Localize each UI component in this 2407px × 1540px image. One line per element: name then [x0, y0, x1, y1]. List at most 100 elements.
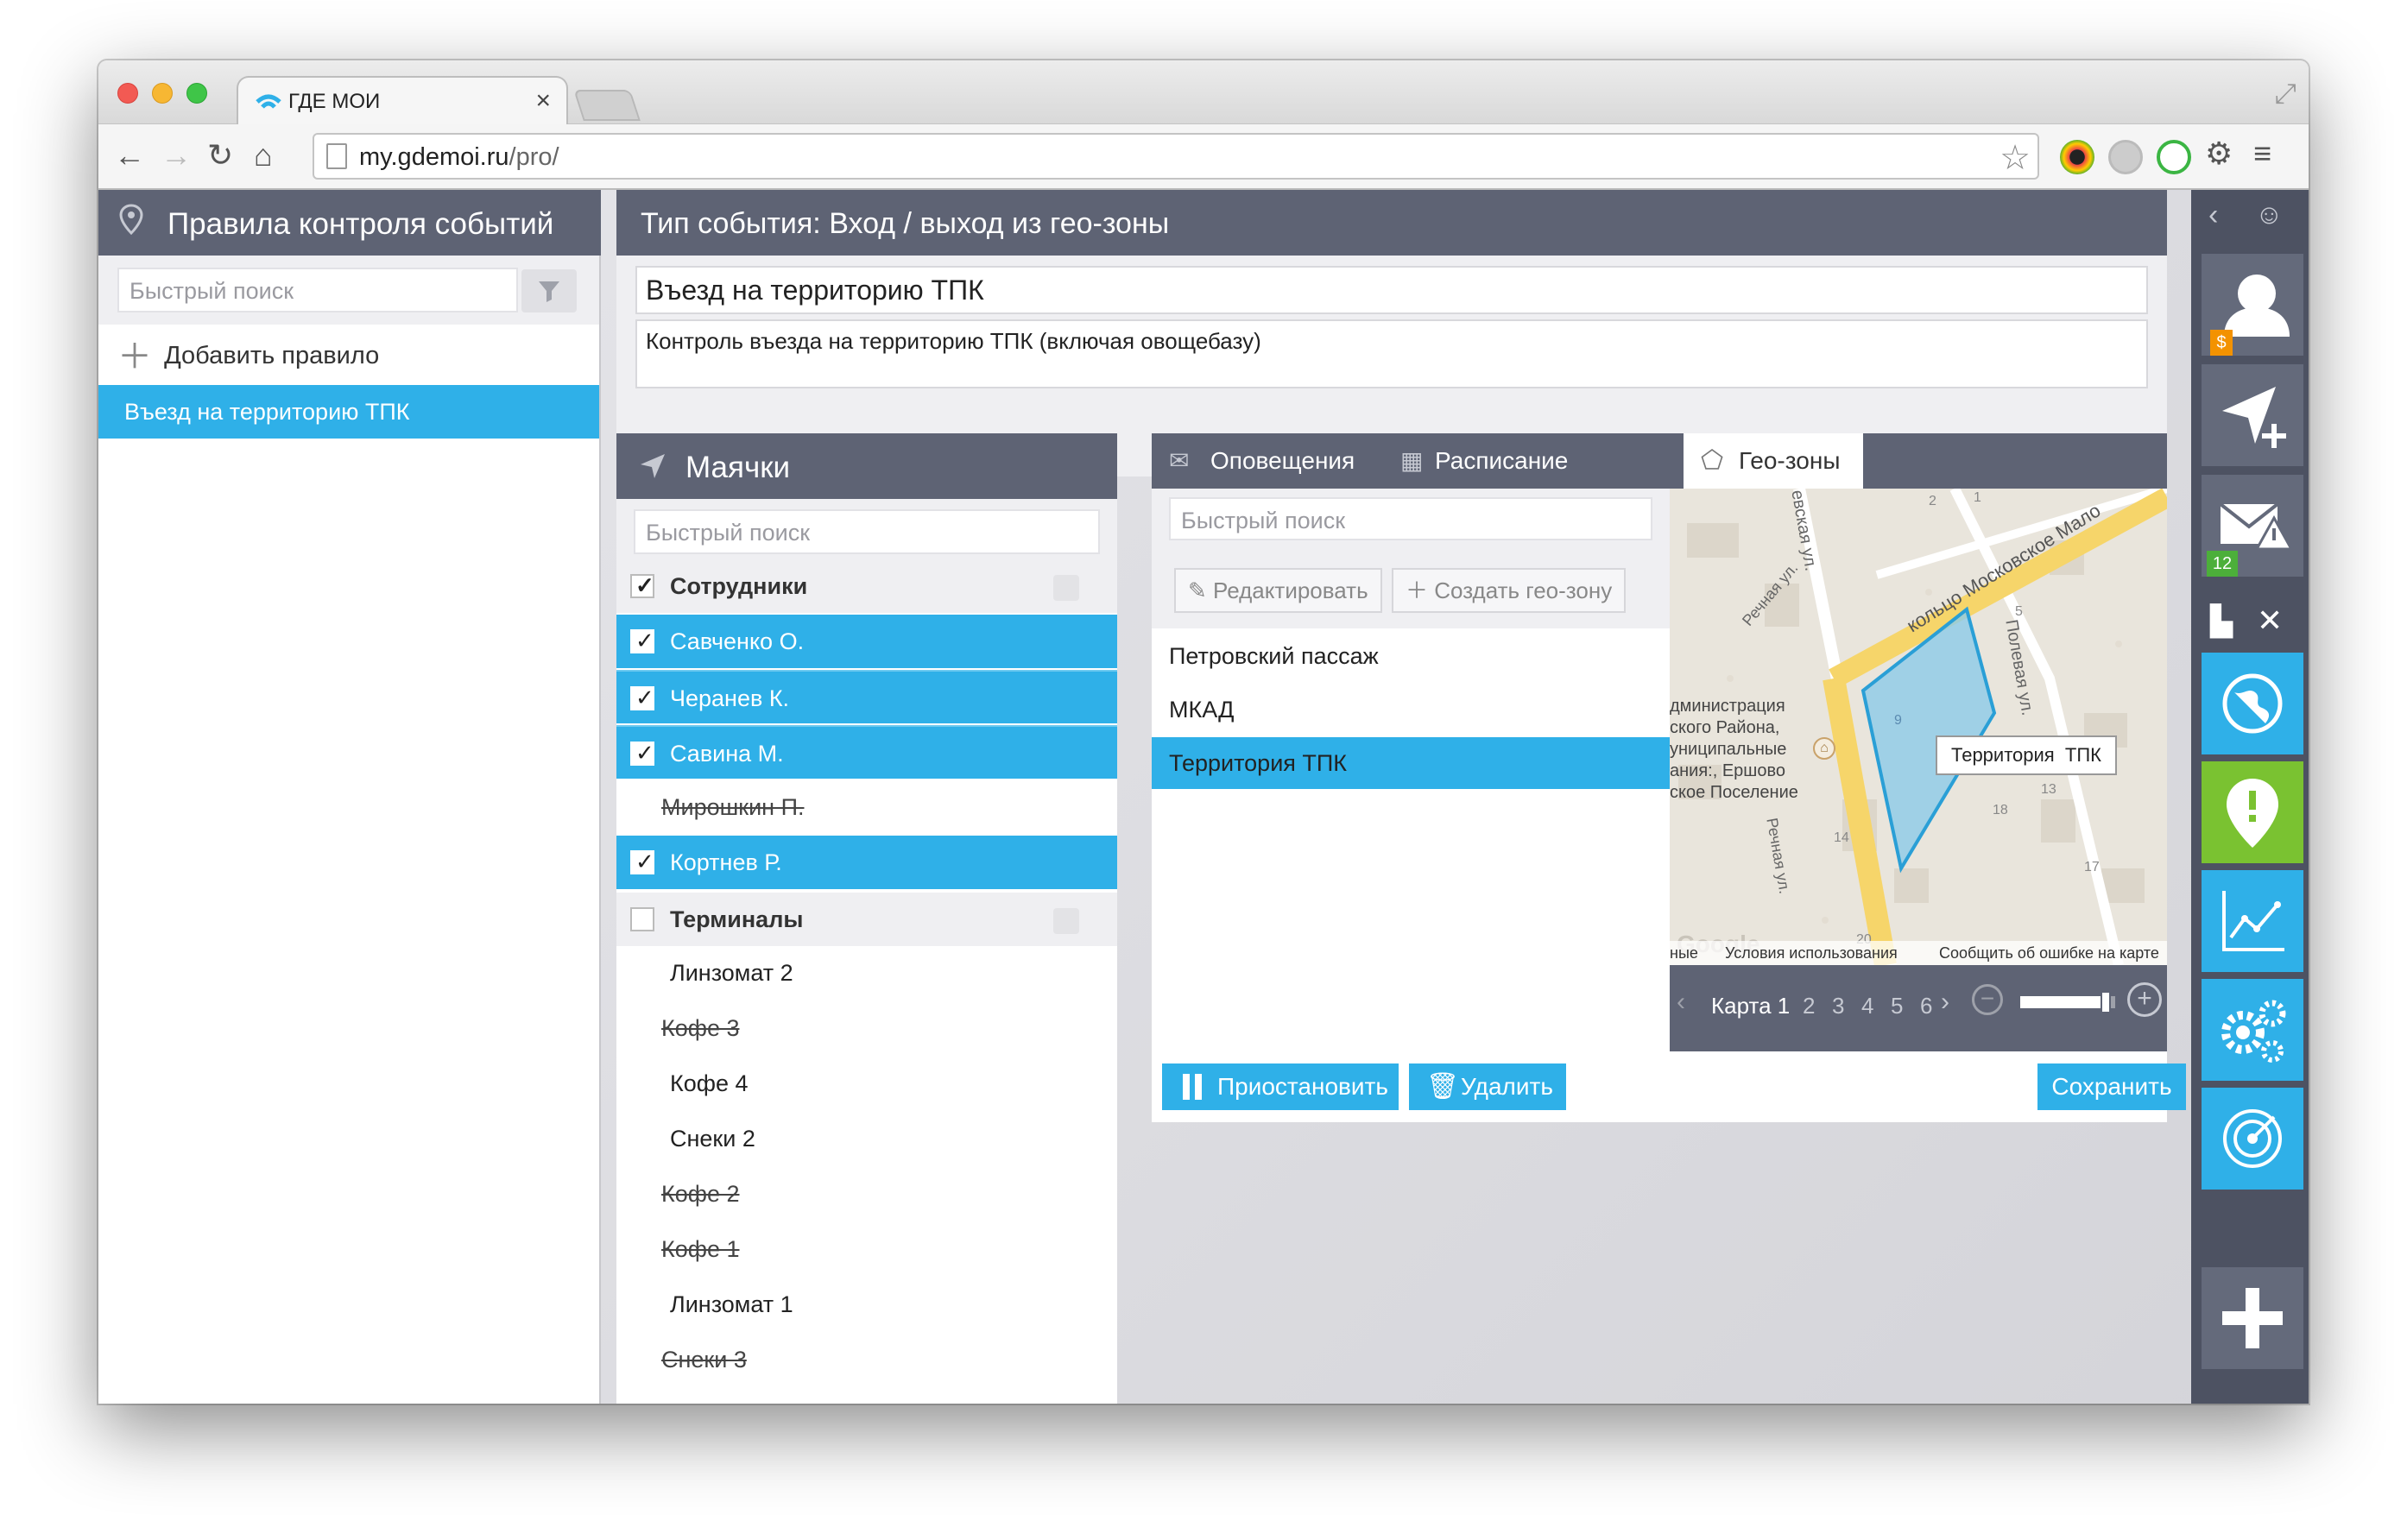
check-icon: ✓: [635, 849, 654, 874]
notifications-button[interactable]: 12: [2202, 475, 2303, 577]
beacon-checkbox[interactable]: ✓: [630, 740, 654, 766]
rule-name-field[interactable]: Въезд на территорию ТПК: [635, 266, 2148, 314]
save-button[interactable]: Сохранить: [2037, 1063, 2186, 1110]
terminal-item[interactable]: Линзомат 1: [616, 1278, 1117, 1331]
forward-icon[interactable]: →: [161, 136, 192, 174]
minimize-window-button[interactable]: [152, 83, 173, 104]
geozone-button[interactable]: [2202, 761, 2303, 863]
next-map-icon[interactable]: ›: [1941, 988, 1949, 1017]
settings-gear-icon[interactable]: ⚙: [2205, 135, 2233, 173]
pause-button[interactable]: Приостановить: [1162, 1063, 1399, 1110]
radar-button[interactable]: [2202, 1088, 2303, 1190]
feedback-icon[interactable]: ☺: [2255, 199, 2284, 230]
beacon-item[interactable]: ✓ Савченко О.: [616, 615, 1117, 668]
new-tab-button[interactable]: [573, 90, 641, 121]
close-icon[interactable]: ✕: [2257, 603, 2283, 639]
group-checkbox[interactable]: [630, 907, 654, 931]
globe-button[interactable]: [2202, 653, 2303, 754]
map-page-link[interactable]: 2: [1803, 993, 1815, 1019]
rule-item[interactable]: Въезд на территорию ТПК: [98, 385, 599, 439]
terminal-item[interactable]: Линзомат 2: [616, 946, 1117, 1000]
tab-close-icon[interactable]: ×: [535, 86, 551, 116]
terminal-item-disabled[interactable]: Снеки 3: [616, 1333, 1117, 1386]
beacon-item[interactable]: ✓ Савина М.: [616, 725, 1117, 779]
event-type-title: Тип события: Вход / выход из гео-зоны: [641, 207, 1170, 240]
terminal-item-disabled[interactable]: Кофе 3: [616, 1001, 1117, 1055]
map-report-link[interactable]: Сообщить об ошибке на карте: [1939, 941, 2159, 965]
close-window-button[interactable]: [117, 83, 138, 104]
zoom-slider[interactable]: [2020, 991, 2115, 1013]
prev-map-icon[interactable]: ‹: [1677, 988, 1685, 1017]
extension-green-icon[interactable]: [2157, 140, 2191, 174]
geozone-search-input[interactable]: Быстрый поиск: [1169, 497, 1652, 540]
beacon-item-disabled[interactable]: Мирошкин П.: [616, 780, 1117, 834]
map-page-link[interactable]: 3: [1832, 993, 1844, 1019]
extension-info-icon[interactable]: [2108, 140, 2143, 174]
filter-button[interactable]: [521, 269, 577, 312]
beacons-search-input[interactable]: Быстрый поиск: [634, 509, 1100, 554]
profile-button[interactable]: $: [2202, 254, 2303, 356]
bookmark-star-icon[interactable]: ☆: [2000, 138, 2031, 178]
fullscreen-icon[interactable]: ⤢: [2274, 78, 2296, 110]
map-page-link[interactable]: 5: [1891, 993, 1903, 1019]
beacon-checkbox[interactable]: ✓: [630, 685, 654, 710]
collapse-icon[interactable]: [1053, 908, 1079, 934]
map-page-link[interactable]: 4: [1861, 993, 1873, 1019]
beacon-item[interactable]: ✓ Кортнев Р.: [616, 836, 1117, 889]
create-geozone-button[interactable]: ＋ Создать гео-зону: [1392, 568, 1627, 613]
location-pin-icon: [119, 204, 143, 235]
house-number: 13: [2041, 782, 2056, 797]
zoom-slider-handle[interactable]: [2101, 991, 2111, 1013]
geozone-item-selected[interactable]: Территория ТПК: [1152, 737, 1670, 789]
terminal-label: Кофе 1: [661, 1236, 740, 1262]
reports-button[interactable]: [2202, 870, 2303, 972]
museum-poi-icon[interactable]: ⌂: [1813, 737, 1835, 760]
trash-icon: 🗑: [1426, 1072, 1460, 1101]
group-employees[interactable]: ✓ Сотрудники: [616, 559, 1117, 613]
group-terminals[interactable]: Терминалы: [616, 893, 1117, 946]
edit-geozone-button[interactable]: ✎ Редактировать: [1174, 568, 1382, 613]
geozone-item[interactable]: Петровский пассаж: [1152, 630, 1670, 682]
reload-icon[interactable]: ↻: [207, 136, 233, 174]
menu-icon[interactable]: ≡: [2253, 135, 2271, 173]
beacon-checkbox[interactable]: ✓: [630, 628, 654, 653]
add-button[interactable]: [2202, 1267, 2303, 1369]
collapse-icon[interactable]: [1053, 575, 1079, 601]
rules-search-input[interactable]: Быстрый поиск: [117, 268, 518, 312]
beacon-checkbox[interactable]: ✓: [630, 849, 654, 874]
terminal-item-disabled[interactable]: Кофе 2: [616, 1167, 1117, 1221]
zoom-window-button[interactable]: [186, 83, 207, 104]
tab-notifications[interactable]: ✉ Оповещения: [1152, 433, 1385, 489]
add-rule-button[interactable]: ＋ Добавить правило: [117, 328, 379, 383]
map-view[interactable]: 2 1 5 9 13 18 17 14 20 кольцо Московское…: [1670, 489, 2167, 965]
geozone-item[interactable]: МКАД: [1152, 684, 1670, 735]
settings-button[interactable]: [2202, 979, 2303, 1081]
home-icon[interactable]: ⌂: [254, 136, 273, 174]
house-number: 17: [2084, 860, 2100, 874]
back-icon[interactable]: ←: [114, 136, 145, 174]
extension-color-icon[interactable]: [2060, 140, 2094, 174]
beacon-item[interactable]: ✓ Черанев К.: [616, 670, 1117, 723]
map-page-link[interactable]: 6: [1920, 993, 1932, 1019]
terminal-item[interactable]: Снеки 2: [616, 1112, 1117, 1165]
terminal-label: Снеки 2: [670, 1126, 755, 1152]
delete-button[interactable]: 🗑 Удалить: [1409, 1063, 1566, 1110]
address-bar[interactable]: my.gdemoi.ru/pro/ ☆: [313, 133, 2039, 180]
zoom-in-icon[interactable]: +: [2127, 982, 2162, 1017]
balance-badge: $: [2210, 330, 2233, 356]
collapse-sidebar-icon[interactable]: ‹: [2208, 199, 2218, 232]
zoom-out-icon[interactable]: −: [1972, 984, 2003, 1015]
add-tracker-button[interactable]: [2202, 364, 2303, 466]
gears-icon: [2221, 1000, 2286, 1063]
poi-line: ания:, Ершово: [1670, 761, 1785, 780]
tab-schedule[interactable]: ▦ Расписание контроля: [1385, 433, 1677, 529]
tab-geozones[interactable]: ⬠ Гео-зоны: [1684, 433, 1863, 489]
group-checkbox[interactable]: ✓: [630, 572, 654, 598]
terminal-item[interactable]: Кофе 4: [616, 1057, 1117, 1110]
map-terms-link[interactable]: Условия использования: [1725, 941, 1898, 965]
rule-description-field[interactable]: Контроль въезда на территорию ТПК (включ…: [635, 319, 2148, 388]
plus-icon: [2222, 1288, 2283, 1348]
terminal-item-disabled[interactable]: Кофе 1: [616, 1222, 1117, 1276]
browser-tab[interactable]: ГДЕ МОИ ×: [237, 76, 568, 126]
layout-icon[interactable]: ▙: [2210, 604, 2233, 639]
